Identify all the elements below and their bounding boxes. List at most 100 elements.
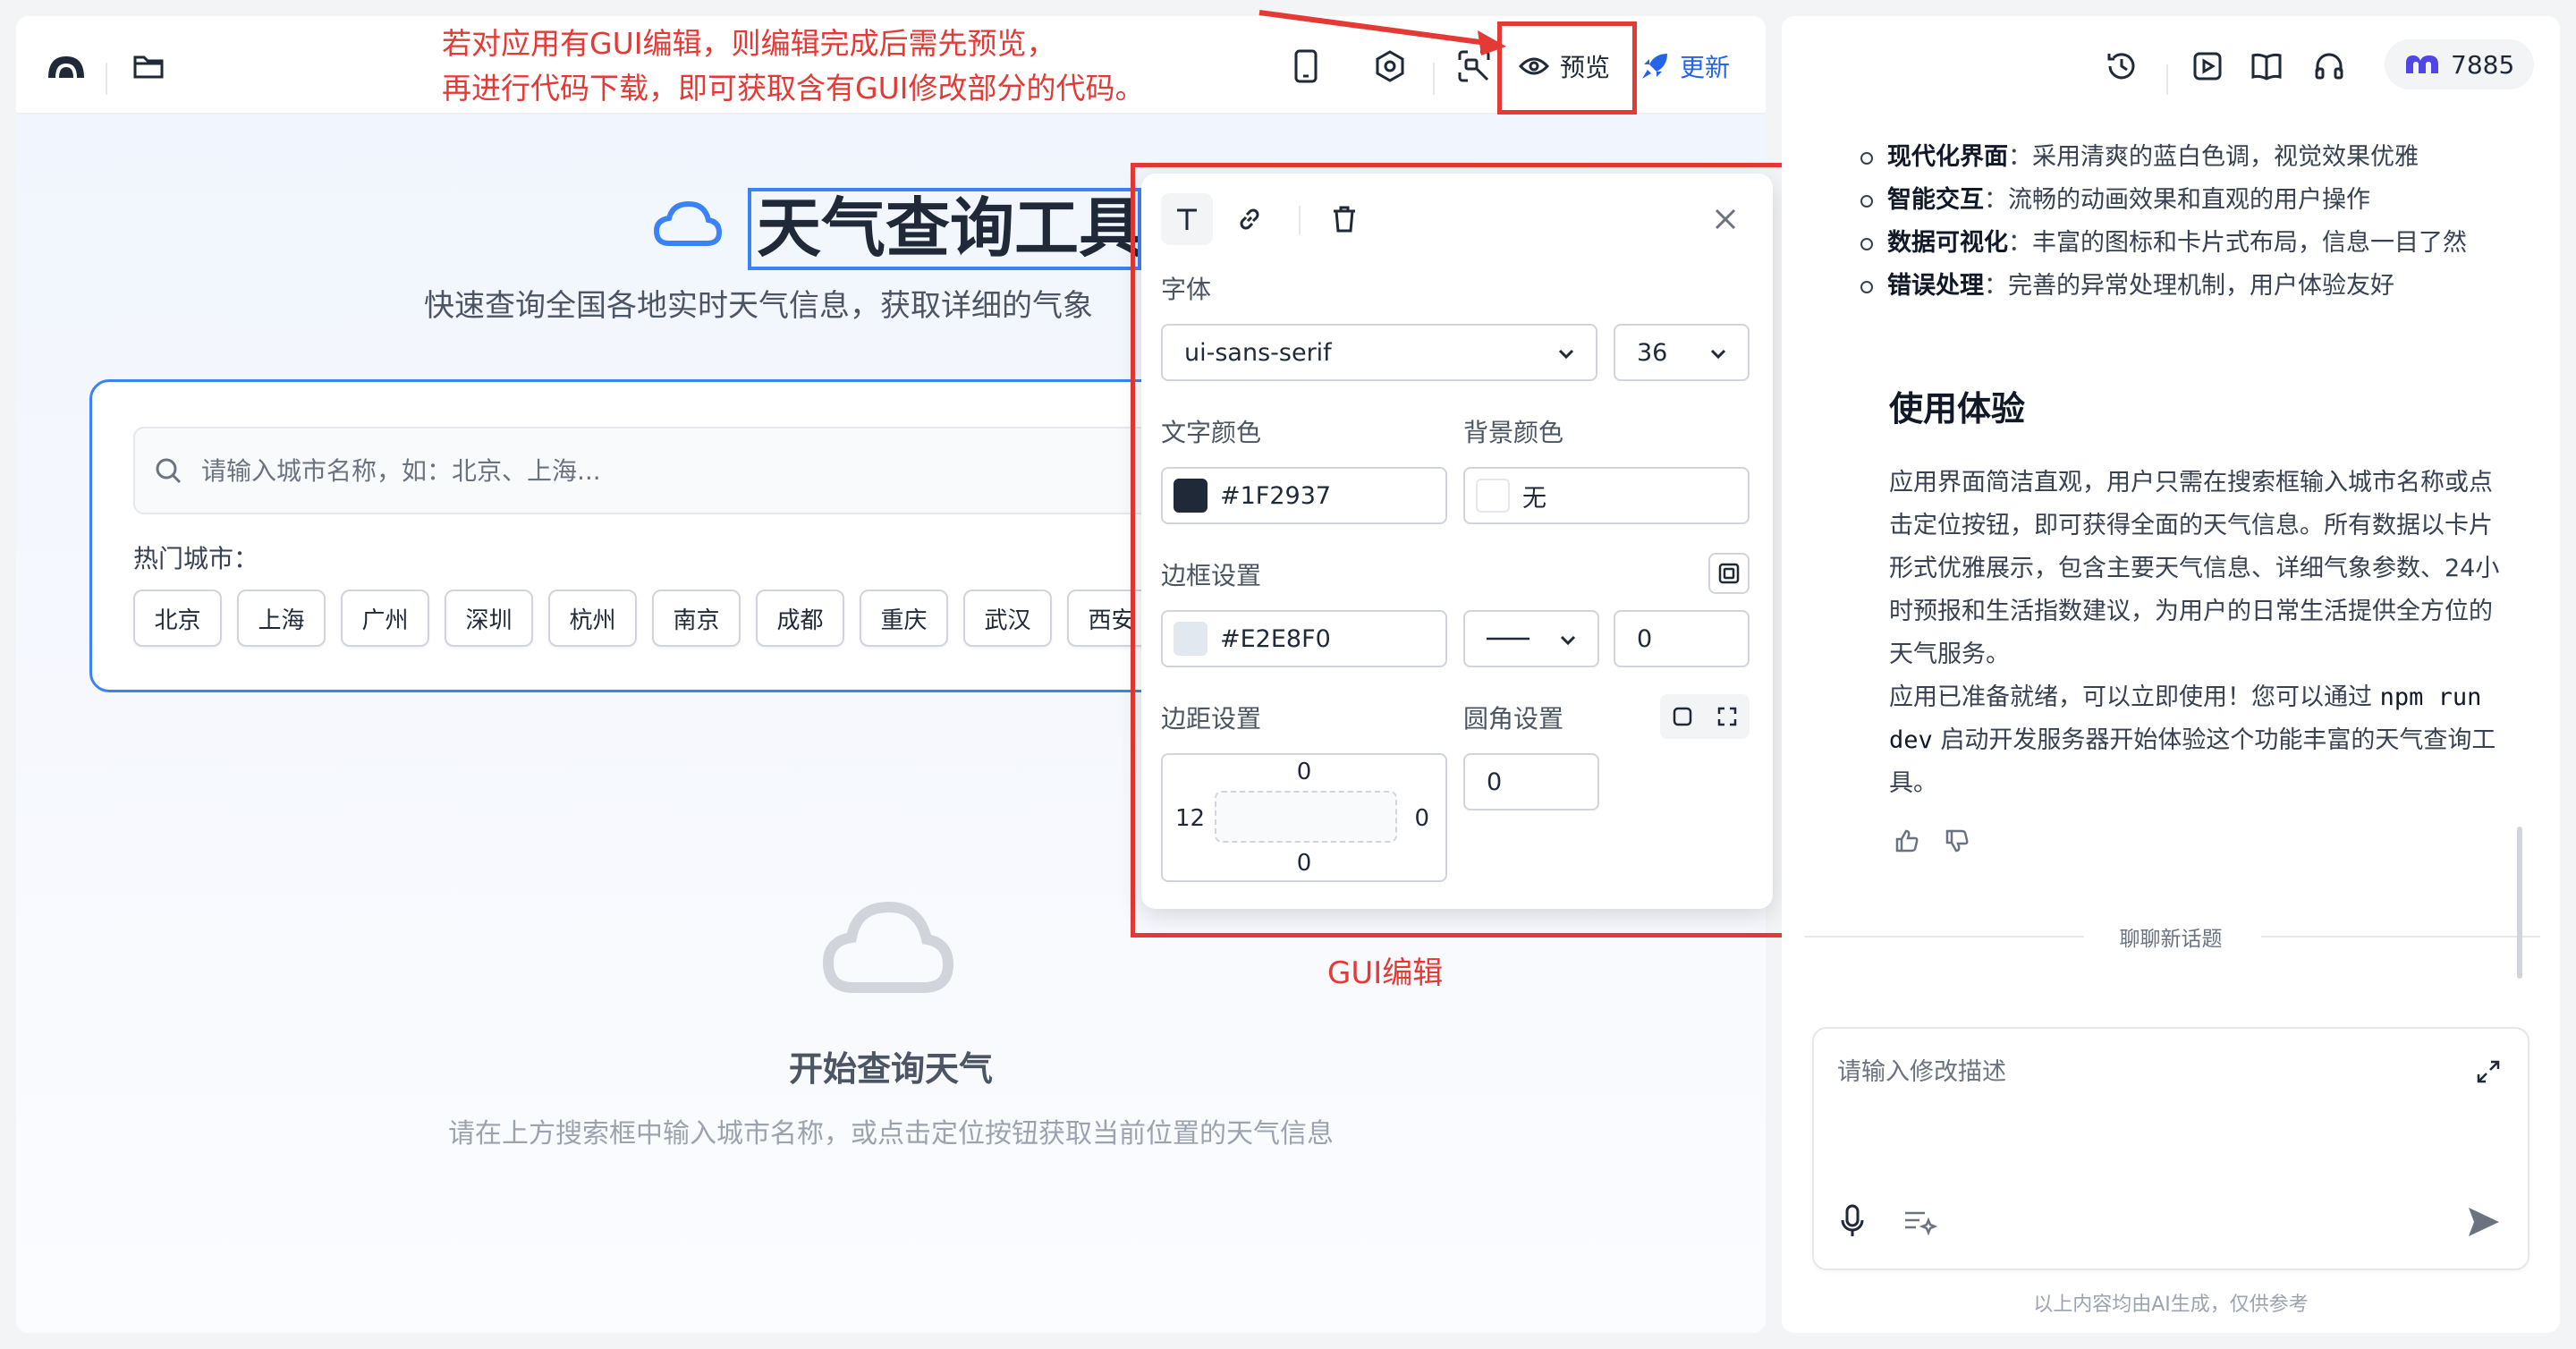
radius-label: 圆角设置 <box>1463 704 1564 734</box>
padding-bottom-input[interactable]: 0 <box>1163 850 1445 877</box>
city-chip[interactable]: 成都 <box>756 590 844 647</box>
city-chip[interactable]: 北京 <box>133 590 222 647</box>
logo-icon[interactable] <box>47 47 86 86</box>
bg-color-swatch[interactable] <box>1476 479 1510 513</box>
feature-text: ：丰富的图标和卡片式布局，信息一目了然 <box>2008 229 2467 257</box>
city-chip[interactable]: 重庆 <box>860 590 948 647</box>
send-icon[interactable] <box>2465 1204 2501 1240</box>
city-chip[interactable]: 杭州 <box>548 590 637 647</box>
docs-book-icon[interactable] <box>2247 47 2286 86</box>
feature-title: 智能交互 <box>1887 186 1984 214</box>
prompt-enhance-icon[interactable] <box>1903 1208 1937 1236</box>
tab-divider <box>1299 206 1301 234</box>
font-size-select[interactable]: 36 <box>1614 324 1750 381</box>
app-subtitle: 快速查询全国各地实时天气信息，获取详细的气象 <box>424 288 1093 324</box>
radius-value: 0 <box>1487 768 1503 796</box>
history-icon[interactable] <box>2102 47 2141 86</box>
city-chip[interactable]: 深圳 <box>445 590 533 647</box>
cloud-icon <box>653 199 723 249</box>
city-search-input[interactable] <box>201 455 1006 486</box>
feature-text: ：流畅的动画效果和直观的用户操作 <box>1984 186 2370 214</box>
text-color-swatch[interactable] <box>1174 479 1208 513</box>
feature-text: ：完善的异常处理机制，用户体验友好 <box>1984 272 2394 300</box>
city-chip[interactable]: 南京 <box>652 590 741 647</box>
delete-tab[interactable] <box>1318 193 1370 245</box>
radius-uniform-icon[interactable] <box>1672 706 1693 727</box>
bg-color-field[interactable]: 无 <box>1463 467 1750 524</box>
link-icon <box>1240 208 1259 230</box>
message-paragraph: 应用界面简洁直观，用户只需在搜索框输入城市名称或点击定位按钮，即可获得全面的天气… <box>1889 469 2500 668</box>
padding-left-input[interactable]: 12 <box>1175 805 1205 832</box>
folder-icon[interactable] <box>129 47 168 86</box>
thumbs-down-icon[interactable] <box>1945 828 1970 853</box>
thumbs-up-icon[interactable] <box>1894 828 1919 853</box>
close-icon <box>1715 208 1736 230</box>
padding-content-area <box>1215 791 1397 843</box>
app-title[interactable]: 天气查询工具 <box>748 188 1141 270</box>
border-width-input[interactable]: 0 <box>1614 610 1750 667</box>
empty-state-cloud-icon <box>821 898 955 997</box>
close-button[interactable] <box>1699 193 1751 245</box>
text-color-value: #1F2937 <box>1220 481 1332 510</box>
credits-value: 7885 <box>2451 49 2515 80</box>
city-chip[interactable]: 上海 <box>237 590 326 647</box>
city-chip[interactable]: 武汉 <box>963 590 1052 647</box>
chevron-down-icon <box>1558 349 1574 360</box>
border-width-value: 0 <box>1637 624 1653 653</box>
padding-right-input[interactable]: 0 <box>1414 805 1429 832</box>
solid-line-icon <box>1487 637 1530 641</box>
text-style-tab[interactable] <box>1161 193 1213 245</box>
feedback-buttons <box>1894 828 1970 853</box>
hot-cities-list: 北京 上海 广州 深圳 杭州 南京 成都 重庆 武汉 西安 <box>133 590 1156 647</box>
text-color-field[interactable]: #1F2937 <box>1161 467 1447 524</box>
microphone-icon[interactable] <box>1841 1204 1864 1238</box>
new-topic-button[interactable]: 聊聊新话题 <box>1782 921 2560 952</box>
play-video-icon[interactable] <box>2188 47 2227 86</box>
radius-corners-icon[interactable] <box>1716 706 1738 727</box>
list-item: 现代化界面：采用清爽的蓝白色调，视觉效果优雅 <box>1860 136 2522 179</box>
toolbar-divider <box>106 63 107 95</box>
toolbar-divider <box>1433 63 1435 95</box>
bg-color-label: 背景颜色 <box>1463 418 1564 447</box>
brand-m-icon <box>2406 55 2438 73</box>
border-all-sides-button[interactable] <box>1708 553 1750 594</box>
chat-scrollbar[interactable] <box>2517 827 2522 979</box>
font-size-value: 36 <box>1637 338 1668 367</box>
feature-list: 现代化界面：采用清爽的蓝白色调，视觉效果优雅 智能交互：流畅的动画效果和直观的用… <box>1860 136 2522 308</box>
border-color-swatch[interactable] <box>1174 622 1208 656</box>
padding-top-input[interactable]: 0 <box>1163 759 1445 785</box>
credits-badge[interactable]: 7885 <box>2385 39 2535 89</box>
city-chip[interactable]: 广州 <box>341 590 429 647</box>
border-style-select[interactable] <box>1463 610 1599 667</box>
trash-icon <box>1334 206 1355 233</box>
radius-mode-toggle <box>1660 694 1750 739</box>
gui-edit-caption: GUI编辑 <box>1327 955 1444 991</box>
padding-label: 边距设置 <box>1161 704 1262 734</box>
toolbar-divider <box>2166 64 2168 95</box>
update-button[interactable]: 更新 <box>1640 47 1730 86</box>
font-label: 字体 <box>1161 275 1212 304</box>
padding-box: 0 12 0 0 <box>1161 753 1447 882</box>
radius-input[interactable]: 0 <box>1463 753 1599 810</box>
list-item: 智能交互：流畅的动画效果和直观的用户操作 <box>1860 179 2522 222</box>
chevron-down-icon <box>1560 635 1576 646</box>
rocket-icon <box>1642 54 1667 79</box>
gui-editor-panel: 字体 ui-sans-serif 36 文字颜色 背景颜色 #1F2937 无 … <box>1141 174 1773 909</box>
font-family-value: ui-sans-serif <box>1184 338 1332 367</box>
chat-panel: 7885 现代化界面：采用清爽的蓝白色调，视觉效果优雅 智能交互：流畅的动画效果… <box>1782 16 2560 1333</box>
link-tab[interactable] <box>1224 193 1275 245</box>
annotation-arrow <box>1258 10 1506 55</box>
annotation-note-line1: 若对应用有GUI编辑，则编辑完成后需先预览， <box>442 26 1056 61</box>
ai-disclaimer: 以上内容均由AI生成，仅供参考 <box>2033 1294 2309 1316</box>
font-family-select[interactable]: ui-sans-serif <box>1161 324 1597 381</box>
feature-title: 数据可视化 <box>1887 229 2008 257</box>
text-color-label: 文字颜色 <box>1161 418 1262 447</box>
expand-icon[interactable] <box>2476 1059 2501 1084</box>
city-search-box[interactable] <box>133 427 1260 514</box>
headphones-icon[interactable] <box>2309 47 2349 86</box>
search-icon <box>156 458 182 484</box>
border-color-field[interactable]: #E2E8F0 <box>1161 610 1447 667</box>
search-card: 热门城市： 北京 上海 广州 深圳 杭州 南京 成都 重庆 武汉 西安 <box>89 379 1260 692</box>
feature-text: ：采用清爽的蓝白色调，视觉效果优雅 <box>2008 143 2419 171</box>
chat-input[interactable] <box>1837 1052 2445 1150</box>
